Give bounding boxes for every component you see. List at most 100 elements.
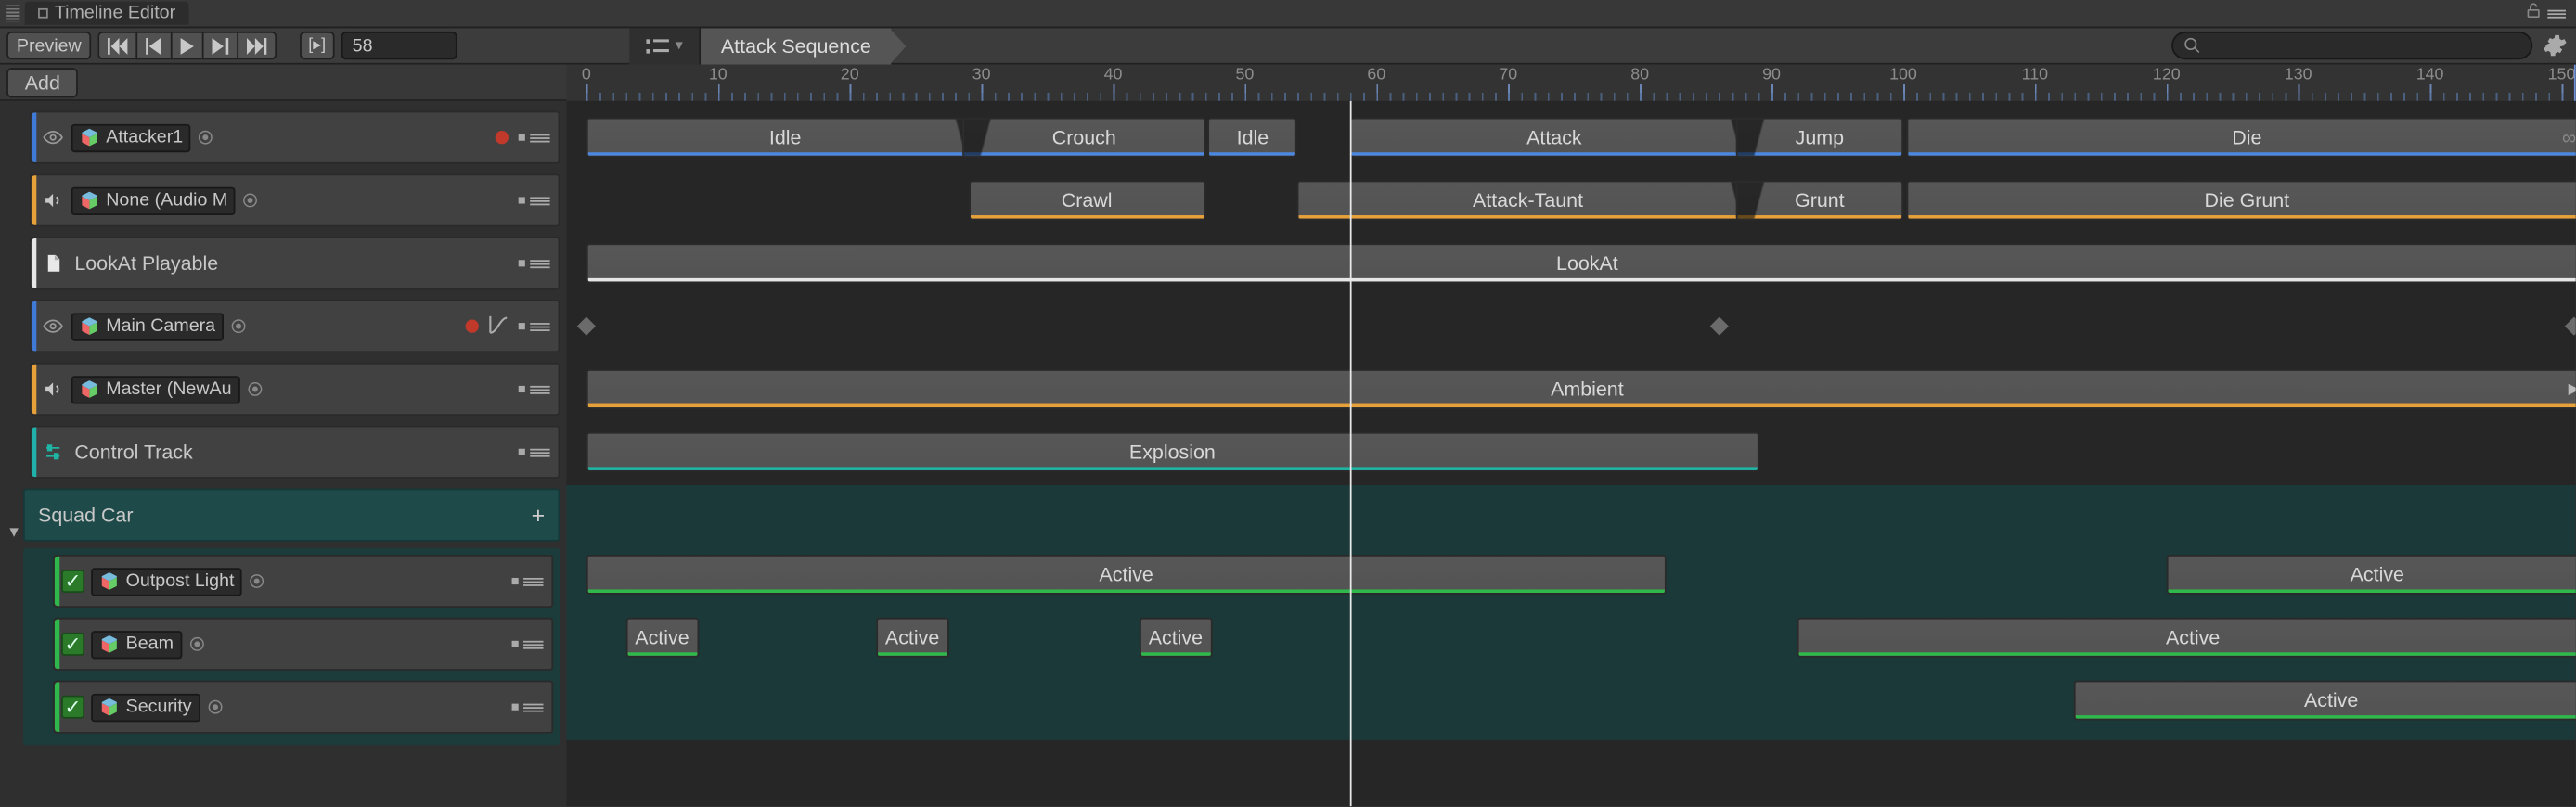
track-lane[interactable]: Explosion	[586, 426, 2556, 479]
track-options-icon[interactable]	[530, 322, 549, 330]
track-header[interactable]: Master (NewAu	[30, 363, 560, 416]
lock-icon[interactable]	[2524, 2, 2543, 25]
track-header[interactable]: Attacker1	[30, 111, 560, 164]
binding-field[interactable]: None (Audio M	[71, 186, 236, 214]
clip[interactable]: Active	[876, 618, 948, 658]
track-header[interactable]: LookAt Playable	[30, 237, 560, 289]
clip[interactable]: LookAt	[586, 243, 2576, 283]
clip[interactable]: Grunt	[1736, 181, 1903, 221]
playhead[interactable]	[1350, 101, 1352, 806]
clip-fade-in[interactable]	[1738, 120, 1781, 156]
clip[interactable]: Active	[2074, 681, 2575, 721]
breadcrumb-root-icon[interactable]: ▾	[629, 27, 702, 63]
clip[interactable]: Die∞	[1906, 118, 2576, 158]
picker-icon[interactable]	[185, 635, 208, 652]
track-options-icon[interactable]	[530, 197, 549, 205]
enable-checkbox[interactable]: ✓	[61, 570, 84, 593]
picker-icon[interactable]	[246, 573, 269, 590]
breadcrumb-asset[interactable]: Attack Sequence	[701, 27, 891, 63]
track-lane[interactable]: CrawlAttack-TauntGruntDie Grunt	[586, 173, 2556, 226]
frame-field[interactable]	[353, 35, 445, 55]
picker-icon[interactable]	[243, 381, 266, 398]
track-options-icon[interactable]	[523, 577, 543, 585]
frame-input[interactable]	[341, 32, 457, 59]
drag-handle[interactable]	[6, 5, 19, 21]
preview-button[interactable]: Preview	[6, 32, 91, 59]
next-frame-button[interactable]	[202, 32, 237, 59]
binding-field[interactable]: Attacker1	[71, 123, 191, 151]
group-foldout-icon[interactable]: ▼	[6, 523, 21, 540]
track-options-icon[interactable]	[530, 134, 549, 142]
track-options-icon[interactable]	[530, 448, 549, 456]
clip-fade-in[interactable]	[965, 120, 1008, 156]
binding-field[interactable]: Master (NewAu	[71, 375, 240, 403]
clip[interactable]: Crawl	[968, 181, 1204, 221]
clip[interactable]: Active	[625, 618, 698, 658]
track-lane[interactable]: IdleCrouchIdleAttackJumpDie∞	[586, 111, 2556, 164]
search-field[interactable]	[2208, 34, 2520, 58]
prev-frame-button[interactable]	[136, 32, 171, 59]
enable-checkbox[interactable]: ✓	[61, 696, 84, 719]
track-options-icon[interactable]	[523, 703, 543, 711]
context-menu-icon[interactable]	[2547, 5, 2566, 21]
add-button[interactable]: Add	[6, 67, 78, 96]
clip[interactable]: Active	[1797, 618, 2575, 658]
binding-field[interactable]: Beam	[91, 630, 182, 658]
keyframe[interactable]	[1709, 317, 1728, 336]
window-tab[interactable]: Timeline Editor	[25, 2, 189, 25]
visibility-icon[interactable]	[42, 316, 65, 336]
clip-fade-in[interactable]	[1738, 182, 1781, 218]
track-lane[interactable]: ActiveActive	[586, 548, 2556, 601]
visibility-icon[interactable]	[42, 127, 65, 147]
keyframe[interactable]	[577, 317, 596, 336]
clip[interactable]: Crouch	[963, 118, 1205, 158]
track-options-icon[interactable]	[530, 385, 549, 393]
clip[interactable]: Ambient▶	[586, 369, 2576, 409]
track-header[interactable]: ✓ Security	[53, 681, 553, 734]
picker-icon[interactable]	[239, 192, 263, 209]
clip[interactable]: Active	[2167, 555, 2576, 595]
clip[interactable]: Active	[1140, 618, 1212, 658]
picker-icon[interactable]	[195, 129, 218, 146]
binding-field[interactable]: Main Camera	[71, 312, 224, 339]
track-header[interactable]: ✓ Beam	[53, 618, 553, 671]
add-track-icon[interactable]: +	[532, 502, 546, 529]
settings-button[interactable]	[2539, 31, 2569, 60]
track-header[interactable]: ✓ Outpost Light	[53, 555, 553, 608]
record-button[interactable]	[496, 131, 509, 144]
clip[interactable]: Jump	[1736, 118, 1903, 158]
track-options-icon[interactable]	[530, 259, 549, 267]
track-options-icon[interactable]	[523, 640, 543, 648]
clip[interactable]: Active	[586, 555, 1667, 595]
goto-end-button[interactable]	[237, 32, 277, 59]
clip[interactable]: Idle	[1208, 118, 1297, 158]
keyframe[interactable]	[2566, 317, 2576, 336]
track-lane[interactable]: ActiveActiveActiveActive	[586, 611, 2556, 664]
track-lane[interactable]	[586, 300, 2556, 352]
clip-area[interactable]: IdleCrouchIdle AttackJumpDie∞ Crawl Attack-…	[566, 101, 2575, 806]
track-lane[interactable]: Active	[586, 673, 2556, 726]
search-input[interactable]	[2171, 32, 2532, 59]
ruler[interactable]: 0102030405060708090100110120130140150	[566, 65, 2575, 99]
record-button[interactable]	[466, 320, 479, 333]
picker-icon[interactable]	[227, 318, 251, 335]
clip[interactable]: Idle	[586, 118, 985, 158]
track-group-header[interactable]: Squad Car+	[23, 489, 560, 542]
track-lane[interactable]: Ambient▶	[586, 363, 2556, 416]
track-header[interactable]: Control Track	[30, 426, 560, 479]
clip[interactable]: Attack-Taunt	[1297, 181, 1758, 221]
picker-icon[interactable]	[203, 698, 226, 715]
play-range-button[interactable]: [▸]	[300, 32, 334, 59]
clip[interactable]: Attack	[1350, 118, 1758, 158]
binding-field[interactable]: Security	[91, 693, 200, 721]
enable-checkbox[interactable]: ✓	[61, 633, 84, 656]
clip[interactable]: Explosion	[586, 432, 1758, 472]
track-lane[interactable]: LookAt	[586, 237, 2556, 289]
track-header[interactable]: Main Camera	[30, 300, 560, 352]
clip[interactable]: Die Grunt	[1906, 181, 2576, 221]
curves-icon[interactable]	[489, 314, 509, 339]
binding-field[interactable]: Outpost Light	[91, 567, 242, 595]
play-button[interactable]	[171, 32, 202, 59]
track-header[interactable]: None (Audio M	[30, 173, 560, 226]
goto-start-button[interactable]	[98, 32, 136, 59]
